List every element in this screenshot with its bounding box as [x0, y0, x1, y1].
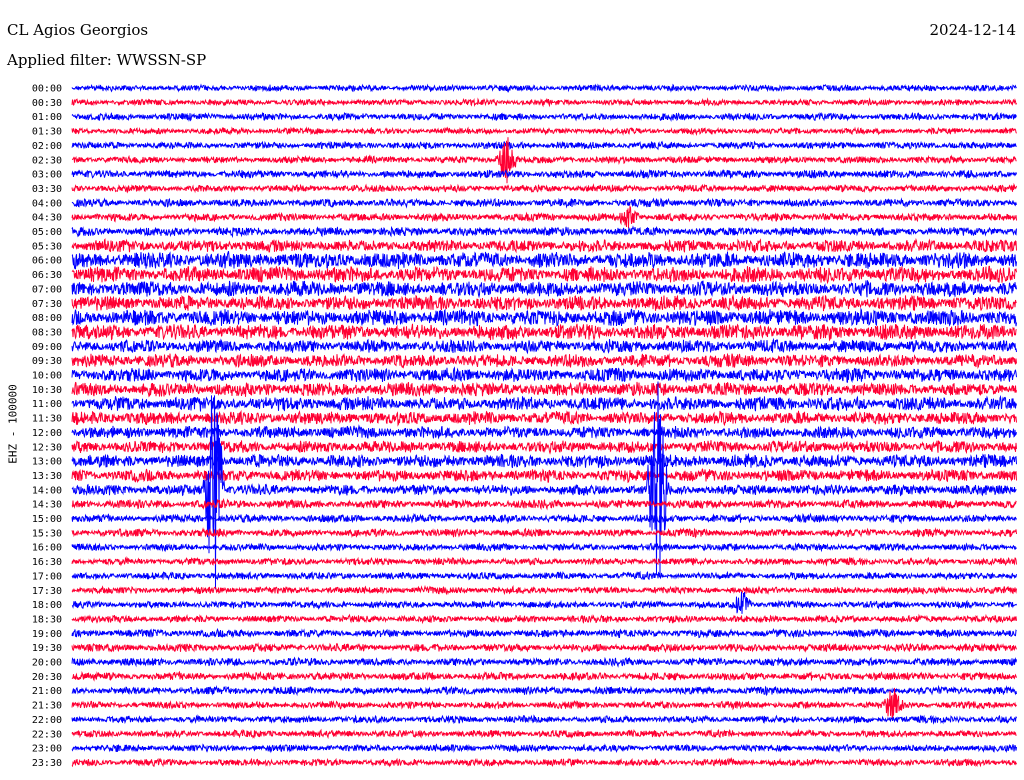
time-label: 13:00 — [32, 457, 62, 468]
seismic-trace — [71, 584, 1017, 596]
seismic-trace — [71, 728, 1017, 740]
time-label: 03:00 — [32, 170, 62, 181]
seismic-trace — [71, 168, 1017, 180]
seismic-trace — [71, 642, 1017, 654]
time-label: 17:00 — [32, 571, 62, 582]
time-label: 10:30 — [32, 385, 62, 396]
time-label: 23:30 — [32, 758, 62, 769]
time-labels: 00:00 00:30 01:00 01:30 02:00 02:30 03:00 03:30… — [32, 84, 62, 769]
time-label: 05:30 — [32, 241, 62, 252]
seismic-trace — [71, 409, 1017, 427]
time-label: 19:30 — [32, 643, 62, 654]
seismic-trace — [71, 366, 1017, 384]
time-label: 12:30 — [32, 442, 62, 453]
time-label: 07:30 — [32, 299, 62, 310]
time-label: 05:00 — [32, 227, 62, 238]
seismic-trace — [71, 204, 1017, 229]
time-label: 22:30 — [32, 729, 62, 740]
time-label: 04:00 — [32, 198, 62, 209]
time-label: 20:30 — [32, 672, 62, 683]
time-label: 02:30 — [32, 155, 62, 166]
helicorder-plot: 00:00 00:30 01:00 01:30 02:00 02:30 03:00 03:30… — [32, 83, 1017, 769]
time-label: 04:30 — [32, 213, 62, 224]
time-label: 15:00 — [32, 514, 62, 525]
time-label: 18:30 — [32, 614, 62, 625]
seismic-trace — [71, 293, 1017, 312]
seismic-trace — [71, 381, 1017, 398]
time-label: 23:00 — [32, 744, 62, 755]
time-label: 15:30 — [32, 528, 62, 539]
time-label: 21:30 — [32, 701, 62, 712]
time-label: 00:00 — [32, 84, 62, 95]
seismic-trace — [71, 182, 1017, 194]
seismic-trace — [71, 352, 1017, 370]
time-label: 14:00 — [32, 485, 62, 496]
seismic-trace — [71, 83, 1017, 94]
seismic-trace — [71, 570, 1017, 581]
seismic-trace — [71, 684, 1017, 697]
seismic-trace — [71, 756, 1017, 768]
time-label: 18:00 — [32, 600, 62, 611]
seismic-trace — [71, 197, 1017, 209]
seismic-trace — [71, 542, 1017, 553]
seismic-trace — [71, 440, 1017, 455]
seismic-trace — [71, 556, 1017, 567]
time-label: 06:30 — [32, 270, 62, 281]
seismic-trace — [71, 714, 1017, 725]
seismic-trace — [71, 627, 1017, 639]
seismic-trace — [71, 337, 1017, 355]
seismic-trace — [71, 251, 1017, 270]
seismic-trace — [71, 323, 1017, 342]
seismic-trace — [71, 111, 1017, 122]
time-label: 09:00 — [32, 342, 62, 353]
time-label: 08:00 — [32, 313, 62, 324]
time-label: 08:30 — [32, 327, 62, 338]
seismic-trace — [71, 424, 1017, 440]
time-label: 14:30 — [32, 500, 62, 511]
seismic-trace — [71, 591, 1017, 614]
time-label: 01:30 — [32, 127, 62, 138]
time-label: 20:00 — [32, 658, 62, 669]
time-label: 13:30 — [32, 471, 62, 482]
seismic-trace — [71, 670, 1017, 682]
time-label: 00:30 — [32, 98, 62, 109]
time-label: 09:30 — [32, 356, 62, 367]
time-label: 19:00 — [32, 629, 62, 640]
seismic-trace — [71, 237, 1017, 254]
time-label: 11:30 — [32, 414, 62, 425]
time-label: 07:00 — [32, 284, 62, 295]
time-label: 12:00 — [32, 428, 62, 439]
time-label: 06:00 — [32, 256, 62, 267]
time-label: 21:00 — [32, 686, 62, 697]
time-label: 01:00 — [32, 112, 62, 123]
seismic-trace — [71, 140, 1017, 151]
time-label: 16:30 — [32, 557, 62, 568]
seismic-trace — [71, 97, 1017, 108]
seismic-trace — [71, 280, 1017, 299]
time-label: 10:00 — [32, 371, 62, 382]
seismic-trace — [71, 381, 1017, 590]
seismic-trace — [71, 225, 1017, 239]
seismic-trace — [71, 394, 1017, 412]
seismic-trace — [71, 656, 1017, 668]
seismic-trace — [71, 307, 1017, 327]
time-label: 02:00 — [32, 141, 62, 152]
time-label: 16:00 — [32, 543, 62, 554]
seismic-trace — [71, 126, 1017, 137]
seismic-trace — [71, 743, 1017, 754]
time-label: 22:00 — [32, 715, 62, 726]
time-label: 11:00 — [32, 399, 62, 410]
seismic-trace — [71, 613, 1017, 625]
seismic-traces — [71, 83, 1017, 768]
seismic-trace — [71, 452, 1017, 470]
seismic-trace — [71, 265, 1017, 285]
time-label: 03:30 — [32, 184, 62, 195]
time-label: 17:30 — [32, 586, 62, 597]
